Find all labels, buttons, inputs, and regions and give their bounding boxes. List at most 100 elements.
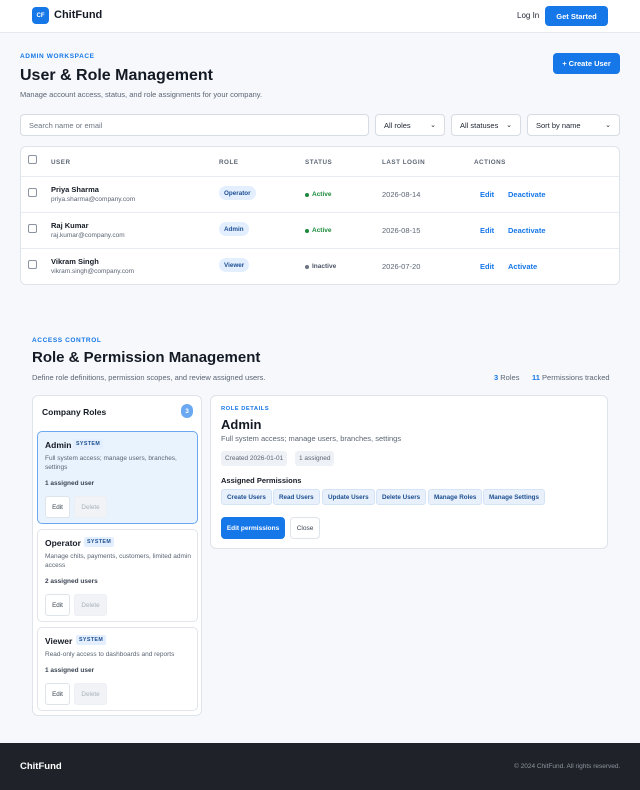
roles-count-value: 3 (494, 373, 499, 382)
company-roles-title: Company Roles (42, 407, 107, 417)
select-all-checkbox[interactable] (28, 155, 37, 164)
roles-count-badge: 3 (181, 404, 193, 418)
delete-role-button[interactable]: Delete (74, 496, 107, 518)
role-description: Read-only access to dashboards and repor… (45, 651, 175, 658)
system-badge: SYSTEM (84, 537, 115, 547)
status-label: Inactive (312, 263, 337, 270)
search-input[interactable] (20, 114, 369, 136)
role-assigned-count: 2 assigned users (45, 578, 98, 585)
role-description: Manage chits, payments, customers, limit… (45, 553, 191, 569)
permission-chip: Update Users (322, 489, 375, 505)
user-name: Raj Kumar (51, 221, 89, 230)
edit-role-button[interactable]: Edit (45, 594, 70, 616)
edit-user-button[interactable]: Edit (480, 262, 494, 271)
role-card-operator[interactable]: Operator SYSTEM Manage chits, payments, … (37, 529, 198, 622)
logo-icon[interactable]: CF (32, 7, 49, 24)
status-filter-select[interactable]: All statuses ⌄ (451, 114, 521, 136)
edit-role-button[interactable]: Edit (45, 496, 70, 518)
permission-chip: Manage Roles (428, 489, 483, 505)
permission-chip: Delete Users (376, 489, 427, 505)
user-name: Vikram Singh (51, 257, 99, 266)
get-started-button[interactable]: Get Started (545, 6, 608, 26)
footer: ChitFund © 2024 ChitFund. All rights res… (0, 743, 640, 790)
close-button[interactable]: Close (290, 517, 320, 539)
roles-count-stat: 3 Roles (494, 373, 519, 382)
edit-user-button[interactable]: Edit (480, 190, 494, 199)
roles-section-subtitle: Define role definitions, permission scop… (32, 373, 266, 382)
role-name: Viewer (45, 636, 73, 646)
access-control-eyebrow: ACCESS CONTROL (32, 337, 102, 344)
admin-workspace-eyebrow: ADMIN WORKSPACE (20, 53, 95, 60)
deactivate-user-button[interactable]: Deactivate (508, 190, 546, 199)
status-dot-icon (305, 264, 309, 269)
delete-role-button[interactable]: Delete (74, 594, 107, 616)
chevron-down-icon: ⌄ (506, 122, 512, 129)
page-title: User & Role Management (20, 67, 213, 84)
role-badge: Operator (219, 186, 256, 200)
top-navbar: CF ChitFund Log In Get Started (0, 0, 640, 33)
roles-count-label: Roles (500, 373, 520, 382)
status-label: Active (312, 227, 332, 234)
column-header-last-login: LAST LOGIN (382, 159, 426, 166)
status-badge: Active (305, 227, 332, 234)
permissions-count-value: 11 (532, 373, 540, 382)
login-link[interactable]: Log In (517, 11, 539, 20)
sort-select[interactable]: Sort by name ⌄ (527, 114, 620, 136)
chevron-down-icon: ⌄ (430, 122, 436, 129)
row-checkbox[interactable] (28, 188, 37, 197)
status-badge: Inactive (305, 263, 336, 270)
permission-chip: Manage Settings (483, 489, 546, 505)
row-checkbox[interactable] (28, 224, 37, 233)
role-assigned-count: 1 assigned user (45, 480, 95, 487)
last-login: 2026-07-20 (382, 262, 421, 271)
column-header-status: STATUS (305, 159, 333, 166)
role-badge: Admin (219, 222, 249, 236)
delete-role-button[interactable]: Delete (74, 683, 107, 705)
assigned-permissions-title: Assigned Permissions (221, 476, 302, 485)
company-roles-panel: Company Roles 3 Admin SYSTEM Full system… (32, 395, 202, 716)
edit-permissions-button[interactable]: Edit permissions (221, 517, 285, 539)
edit-user-button[interactable]: Edit (480, 226, 494, 235)
role-assigned-count: 1 assigned user (45, 667, 95, 674)
role-filter-select[interactable]: All roles ⌄ (375, 114, 445, 136)
system-badge: SYSTEM (73, 439, 104, 449)
role-details-eyebrow: ROLE DETAILS (221, 406, 270, 412)
role-details-title: Admin (221, 417, 262, 432)
user-name: Priya Sharma (51, 185, 99, 194)
role-details-description: Full system access; manage users, branch… (221, 434, 402, 443)
activate-user-button[interactable]: Activate (508, 262, 537, 271)
status-label: Active (312, 191, 332, 198)
user-email: priya.sharma@company.com (51, 196, 136, 203)
role-name: Operator (45, 538, 81, 548)
sort-value: Sort by name (536, 120, 581, 130)
role-description: Full system access; manage users, branch… (45, 455, 177, 471)
role-details-panel: ROLE DETAILS Admin Full system access; m… (210, 395, 608, 549)
column-header-role: ROLE (219, 159, 239, 166)
footer-brand: ChitFund (20, 761, 62, 772)
footer-copyright: © 2024 ChitFund. All rights reserved. (514, 763, 621, 770)
permissions-count-stat: 11 Permissions tracked (532, 373, 610, 382)
role-card-admin[interactable]: Admin SYSTEM Full system access; manage … (37, 431, 198, 524)
assigned-count-badge: 1 assigned (295, 451, 335, 466)
status-badge: Active (305, 191, 332, 198)
create-user-button[interactable]: + Create User (553, 53, 620, 74)
user-email: vikram.singh@company.com (51, 268, 135, 275)
permission-chip: Read Users (273, 489, 320, 505)
chevron-down-icon: ⌄ (605, 122, 611, 129)
permission-chip: Create Users (221, 489, 272, 505)
deactivate-user-button[interactable]: Deactivate (508, 226, 546, 235)
last-login: 2026-08-15 (382, 226, 421, 235)
status-dot-icon (305, 192, 309, 197)
role-card-viewer[interactable]: Viewer SYSTEM Read-only access to dashbo… (37, 627, 198, 711)
row-checkbox[interactable] (28, 260, 37, 269)
system-badge: SYSTEM (76, 635, 107, 645)
edit-role-button[interactable]: Edit (45, 683, 70, 705)
column-header-user: USER (51, 159, 71, 166)
table-row: Raj Kumar raj.kumar@company.com Admin Ac… (21, 212, 619, 248)
status-dot-icon (305, 228, 309, 233)
created-date-badge: Created 2026-01-01 (221, 451, 288, 466)
roles-section-title: Role & Permission Management (32, 349, 261, 366)
brand-name[interactable]: ChitFund (54, 9, 102, 21)
role-filter-value: All roles (384, 120, 411, 130)
table-row: Vikram Singh vikram.singh@company.com Vi… (21, 248, 619, 284)
